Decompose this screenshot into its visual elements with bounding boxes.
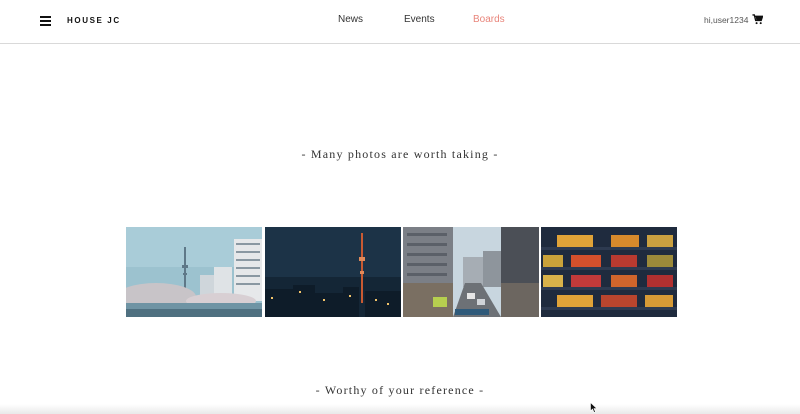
- menu-icon[interactable]: [40, 16, 51, 26]
- nav-boards[interactable]: Boards: [473, 14, 505, 25]
- brand-logo[interactable]: HOUSE JC: [67, 16, 121, 25]
- cart-icon[interactable]: [752, 14, 763, 25]
- nav-news[interactable]: News: [338, 14, 363, 25]
- mouse-pointer-icon: [590, 402, 598, 413]
- reference-section-title: - Worthy of your reference -: [315, 383, 485, 397]
- nav-events[interactable]: Events: [404, 14, 435, 25]
- user-greeting[interactable]: hi,user1234: [704, 15, 748, 25]
- photo-city-street[interactable]: [403, 227, 539, 317]
- photos-section-title: - Many photos are worth taking -: [301, 147, 499, 161]
- top-navigation-bar: HOUSE JC News Events Boards hi,user1234: [0, 0, 800, 44]
- photo-lit-windows[interactable]: [541, 227, 677, 317]
- photo-skytree-river[interactable]: [126, 227, 262, 317]
- page-bottom-shadow: [0, 404, 800, 414]
- photo-skytree-night[interactable]: [265, 227, 401, 317]
